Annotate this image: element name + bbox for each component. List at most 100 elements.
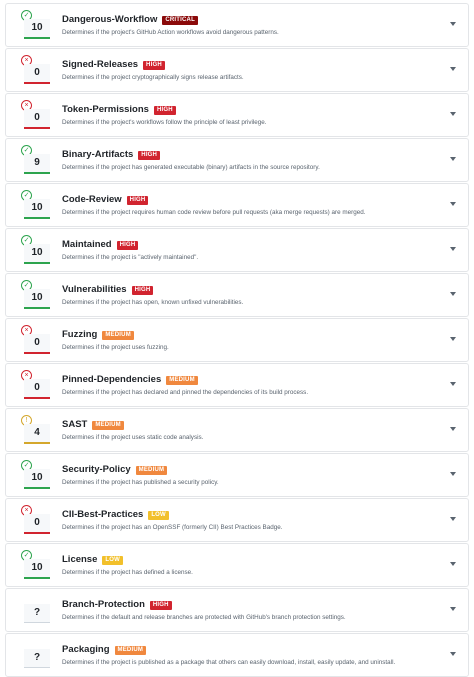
- check-description: Determines if the project has an OpenSSF…: [62, 524, 283, 531]
- check-title: Maintained HIGH: [62, 239, 139, 250]
- check-title: Dangerous-Workflow CRITICAL: [62, 14, 198, 25]
- check-name: Signed-Releases: [62, 59, 139, 70]
- score-value: 10: [24, 469, 50, 487]
- check-row[interactable]: ✓ 10 Code-Review HIGH Determines if the proj…: [5, 183, 469, 227]
- check-title: Pinned-Dependencies MEDIUM: [62, 374, 198, 385]
- score-bar: [24, 352, 50, 354]
- check-title: Code-Review HIGH: [62, 194, 149, 205]
- check-title: SAST MEDIUM: [62, 419, 124, 430]
- chevron-down-icon[interactable]: [450, 472, 456, 476]
- risk-badge: MEDIUM: [102, 331, 134, 340]
- chevron-down-icon[interactable]: [450, 382, 456, 386]
- check-title: CII-Best-Practices LOW: [62, 509, 169, 520]
- chevron-down-icon[interactable]: [450, 562, 456, 566]
- chevron-down-icon[interactable]: [450, 292, 456, 296]
- risk-badge: LOW: [102, 556, 123, 565]
- check-description: Determines if the project's GitHub Actio…: [62, 29, 279, 36]
- check-description: Determines if the default and release br…: [62, 614, 346, 621]
- check-row[interactable]: × 0 CII-Best-Practices LOW Determines if the…: [5, 498, 469, 542]
- score-bar: [24, 217, 50, 219]
- check-name: Pinned-Dependencies: [62, 374, 162, 385]
- check-title: Security-Policy MEDIUM: [62, 464, 168, 475]
- check-title: Token-Permissions HIGH: [62, 104, 176, 115]
- chevron-down-icon[interactable]: [450, 427, 456, 431]
- check-row[interactable]: ? Packaging MEDIUM Determines if the projec…: [5, 633, 469, 677]
- check-title: License LOW: [62, 554, 123, 565]
- chevron-down-icon[interactable]: [450, 67, 456, 71]
- score-bar: [24, 667, 50, 668]
- check-name: Fuzzing: [62, 329, 98, 340]
- check-row[interactable]: × 0 Fuzzing MEDIUM Determines if the project…: [5, 318, 469, 362]
- check-description: Determines if the project is published a…: [62, 659, 396, 666]
- risk-badge: MEDIUM: [135, 466, 168, 475]
- check-row[interactable]: ✓ 9 Binary-Artifacts HIGH Determines if the …: [5, 138, 469, 182]
- score-bar: [24, 307, 50, 309]
- score-value: 0: [24, 109, 50, 127]
- score-value: 10: [24, 199, 50, 217]
- check-description: Determines if the project uses static co…: [62, 434, 204, 441]
- check-title: Signed-Releases HIGH: [62, 59, 165, 70]
- risk-badge: LOW: [148, 511, 169, 520]
- score-bar: [24, 262, 50, 264]
- risk-badge: HIGH: [131, 286, 154, 295]
- check-name: CII-Best-Practices: [62, 509, 144, 520]
- score-value: 4: [24, 424, 50, 442]
- check-name: License: [62, 554, 98, 565]
- check-name: Packaging: [62, 644, 110, 655]
- chevron-down-icon[interactable]: [450, 112, 456, 116]
- check-title: Vulnerabilities HIGH: [62, 284, 154, 295]
- check-row[interactable]: ✓ 10 Dangerous-Workflow CRITICAL Determines …: [5, 3, 469, 47]
- chevron-down-icon[interactable]: [450, 247, 456, 251]
- risk-badge: HIGH: [126, 196, 149, 205]
- risk-badge: HIGH: [116, 241, 139, 250]
- risk-badge: MEDIUM: [92, 421, 124, 430]
- check-name: Vulnerabilities: [62, 284, 127, 295]
- check-row[interactable]: ✓ 10 Security-Policy MEDIUM Determines if th…: [5, 453, 469, 497]
- check-row[interactable]: × 0 Signed-Releases HIGH Determines if the p…: [5, 48, 469, 92]
- score-value: 0: [24, 514, 50, 532]
- risk-badge: HIGH: [138, 151, 161, 160]
- checks-list: ✓ 10 Dangerous-Workflow CRITICAL Determines …: [0, 0, 474, 677]
- check-description: Determines if the project cryptographica…: [62, 74, 244, 81]
- check-row[interactable]: × 0 Pinned-Dependencies MEDIUM Determines if…: [5, 363, 469, 407]
- score-bar: [24, 487, 50, 489]
- risk-badge: MEDIUM: [114, 646, 147, 655]
- chevron-down-icon[interactable]: [450, 337, 456, 341]
- score-value: 0: [24, 379, 50, 397]
- chevron-down-icon[interactable]: [450, 652, 456, 656]
- check-row[interactable]: ✓ 10 License LOW Determines if the project h…: [5, 543, 469, 587]
- score-value: 9: [24, 154, 50, 172]
- check-row[interactable]: ✓ 10 Maintained HIGH Determines if the proje…: [5, 228, 469, 272]
- check-name: Security-Policy: [62, 464, 131, 475]
- chevron-down-icon[interactable]: [450, 202, 456, 206]
- check-description: Determines if the project uses fuzzing.: [62, 344, 169, 351]
- chevron-down-icon[interactable]: [450, 22, 456, 26]
- score-value: ?: [24, 604, 50, 622]
- check-row[interactable]: × 0 Token-Permissions HIGH Determines if the…: [5, 93, 469, 137]
- check-description: Determines if the project requires human…: [62, 209, 366, 216]
- risk-badge: HIGH: [149, 601, 172, 610]
- score-bar: [24, 82, 50, 84]
- score-bar: [24, 442, 50, 444]
- check-row[interactable]: ✓ 10 Vulnerabilities HIGH Determines if the …: [5, 273, 469, 317]
- score-bar: [24, 37, 50, 39]
- score-value: 0: [24, 334, 50, 352]
- chevron-down-icon[interactable]: [450, 607, 456, 611]
- check-title: Fuzzing MEDIUM: [62, 329, 134, 340]
- check-title: Packaging MEDIUM: [62, 644, 147, 655]
- check-name: Maintained: [62, 239, 112, 250]
- check-description: Determines if the project has defined a …: [62, 569, 193, 576]
- chevron-down-icon[interactable]: [450, 517, 456, 521]
- check-description: Determines if the project has open, know…: [62, 299, 244, 306]
- check-description: Determines if the project has generated …: [62, 164, 320, 171]
- score-value: 10: [24, 559, 50, 577]
- check-description: Determines if the project has declared a…: [62, 389, 309, 396]
- chevron-down-icon[interactable]: [450, 157, 456, 161]
- risk-badge: HIGH: [153, 106, 176, 115]
- check-description: Determines if the project's workflows fo…: [62, 119, 267, 126]
- check-row[interactable]: ! 4 SAST MEDIUM Determines if the project us…: [5, 408, 469, 452]
- score-value: 0: [24, 64, 50, 82]
- score-bar: [24, 127, 50, 129]
- check-row[interactable]: ? Branch-Protection HIGH Determines if the …: [5, 588, 469, 632]
- score-bar: [24, 397, 50, 399]
